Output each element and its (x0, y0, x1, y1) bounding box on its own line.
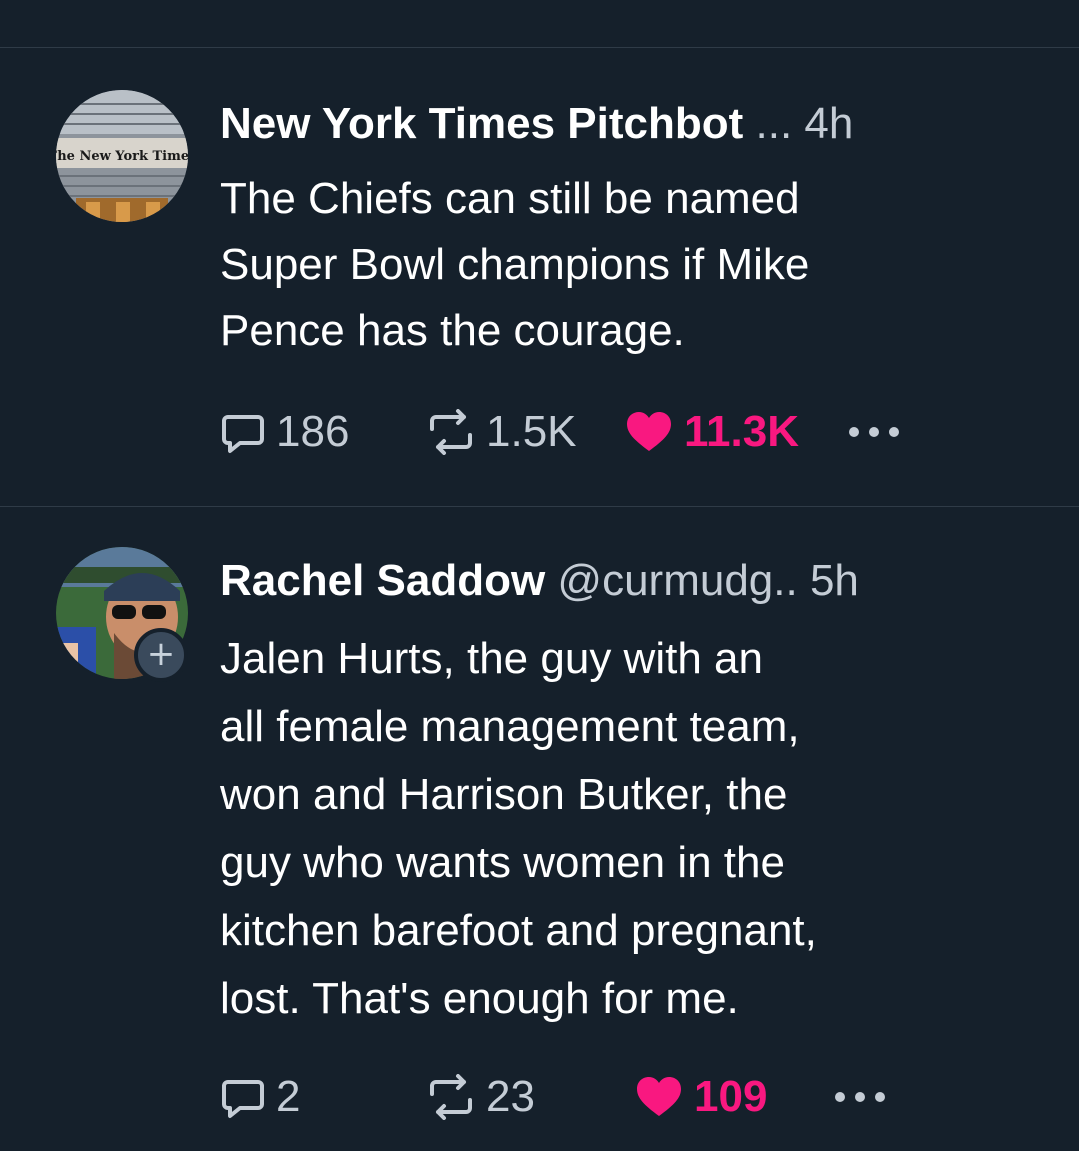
more-icon (835, 1092, 885, 1102)
repost-icon (430, 1074, 472, 1120)
post-body-line: won and Harrison Butker, the (220, 770, 788, 819)
like-count: 11.3K (684, 407, 799, 456)
more-button[interactable] (832, 1067, 888, 1127)
post-actions: 2 23 109 (220, 1067, 1040, 1127)
author-name[interactable]: Rachel Saddow (220, 556, 545, 605)
heart-icon (627, 412, 671, 451)
repost-button[interactable]: 1.5K (426, 402, 577, 462)
post-nyt-pitchbot[interactable]: The New York Times New York Times Pitchb… (0, 0, 1079, 506)
heart-icon (637, 1077, 681, 1116)
post-header: Rachel Saddow @curmudg.. 5h (220, 553, 1031, 609)
like-button[interactable]: 109 (634, 1067, 767, 1127)
reply-icon (222, 415, 264, 453)
like-count: 109 (694, 1072, 768, 1121)
reply-count: 186 (276, 407, 350, 456)
author-name[interactable]: New York Times Pitchbot (220, 99, 743, 148)
post-body-line: lost. That's enough for me. (220, 974, 739, 1023)
repost-count: 23 (486, 1072, 535, 1121)
more-icon (849, 427, 899, 437)
repost-count: 1.5K (486, 407, 577, 456)
avatar-logo-text: The New York Times (56, 149, 188, 164)
post-body-line: all female management team, (220, 702, 800, 751)
repost-icon (430, 409, 472, 455)
post-rachel-saddow[interactable]: + Rachel Saddow @curmudg.. 5h Jalen Hurt… (0, 507, 1079, 1151)
reply-button[interactable]: 186 (220, 402, 349, 462)
post-body-line: The Chiefs can still be named (220, 174, 800, 223)
post-body: Jalen Hurts, the guy with an all female … (220, 625, 1040, 1033)
post-body-line: guy who wants women in the (220, 838, 785, 887)
post-meta: @curmudg.. 5h (557, 556, 859, 605)
post-body-line: Pence has the courage. (220, 306, 685, 355)
reply-icon (222, 1080, 264, 1118)
more-button[interactable] (846, 402, 902, 462)
repost-button[interactable]: 23 (426, 1067, 535, 1127)
reply-button[interactable]: 2 (220, 1067, 300, 1127)
post-meta: ... 4h (755, 99, 854, 148)
post-body-line: Super Bowl champions if Mike (220, 240, 810, 289)
post-body-line: kitchen barefoot and pregnant, (220, 906, 817, 955)
post-body-line: Jalen Hurts, the guy with an (220, 634, 763, 683)
post-actions: 186 1.5K 11.3K (220, 402, 1040, 462)
follow-plus-icon[interactable]: + (134, 628, 188, 682)
like-button[interactable]: 11.3K (624, 402, 799, 462)
reply-count: 2 (276, 1072, 301, 1121)
avatar-nyt-pitchbot[interactable]: The New York Times (56, 90, 188, 222)
post-body: The Chiefs can still be named Super Bowl… (220, 166, 1040, 364)
post-header: New York Times Pitchbot ... 4h (220, 96, 1031, 152)
